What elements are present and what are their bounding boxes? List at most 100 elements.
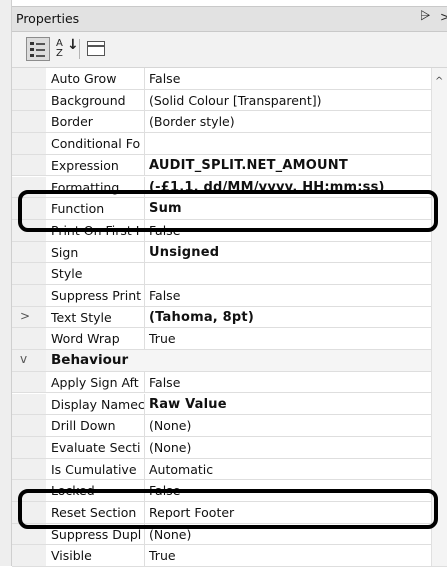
property-row[interactable]: Style [12, 263, 447, 285]
row-gutter: > [12, 306, 46, 328]
property-row[interactable]: Display Namec Raw Value [12, 393, 447, 416]
property-row[interactable]: Formatting (-£1.1, dd/MM/yyyy, HH:mm:ss) [12, 176, 447, 199]
property-value[interactable]: (Border style) [146, 111, 431, 132]
property-name: Text Style [47, 306, 145, 328]
property-row[interactable]: Visible True [12, 545, 447, 567]
property-pages-icon [87, 41, 105, 56]
property-row[interactable]: Sign Unsigned [12, 241, 447, 264]
property-row[interactable]: > Text Style (Tahoma, 8pt) [12, 306, 447, 329]
property-row[interactable]: Expression AUDIT_SPLIT.NET_AMOUNT [12, 154, 447, 177]
row-gutter [12, 393, 46, 415]
property-name: Auto Grow [47, 68, 145, 89]
close-icon[interactable]: > [440, 10, 447, 24]
property-value[interactable]: (None) [146, 415, 431, 436]
row-gutter [12, 176, 46, 198]
properties-toolbar: A Z ↓ [12, 32, 447, 68]
property-row[interactable]: Background (Solid Colour [Transparent]) [12, 89, 447, 112]
property-value[interactable]: (None) [146, 524, 431, 545]
property-value[interactable]: False [146, 68, 431, 89]
property-name: Reset Section [47, 502, 145, 523]
property-value[interactable]: Automatic [146, 459, 431, 480]
property-row[interactable]: Conditional Fo [12, 133, 447, 155]
property-row[interactable]: Suppress Dupl (None) [12, 523, 447, 546]
property-value[interactable]: AUDIT_SPLIT.NET_AMOUNT [146, 155, 431, 176]
property-name: Function [47, 198, 145, 219]
row-gutter: v [12, 350, 46, 371]
property-name: Drill Down [47, 415, 145, 436]
sort-down-arrow-icon: ↓ [67, 37, 79, 53]
categorized-button[interactable] [26, 37, 50, 61]
property-row[interactable]: Auto Grow False [12, 68, 447, 90]
property-row[interactable]: Locked False [12, 480, 447, 502]
property-value[interactable]: (Solid Colour [Transparent]) [146, 90, 431, 111]
row-gutter [12, 198, 46, 219]
collapse-chevron-icon[interactable]: v [20, 352, 27, 366]
property-name: Sign [47, 241, 145, 263]
property-row[interactable]: Evaluate Secti (None) [12, 436, 447, 459]
property-name: Conditional Fo [47, 133, 145, 154]
row-gutter [12, 241, 46, 263]
row-gutter [12, 263, 46, 284]
property-value[interactable]: (Tahoma, 8pt) [146, 307, 431, 328]
left-rail [0, 0, 12, 566]
category-row[interactable]: v Behaviour [12, 350, 447, 372]
property-name: Apply Sign Aft [47, 371, 145, 393]
property-name: Suppress Print [47, 285, 145, 306]
property-row[interactable]: Apply Sign Aft False [12, 371, 447, 394]
property-value[interactable]: True [146, 328, 431, 349]
property-row[interactable]: Suppress Print False [12, 285, 447, 307]
property-row[interactable]: Print On First I False [12, 219, 447, 242]
property-row[interactable]: Border (Border style) [12, 111, 447, 134]
property-row[interactable]: Reset Section Report Footer [12, 502, 447, 524]
property-name: Background [47, 89, 145, 111]
property-row[interactable]: Function Sum [12, 198, 447, 220]
property-name: Border [47, 111, 145, 133]
property-value[interactable] [146, 263, 431, 284]
row-gutter [12, 436, 46, 458]
row-gutter [12, 371, 46, 393]
property-name: Evaluate Secti [47, 436, 145, 458]
scroll-up-icon[interactable]: ^ [435, 76, 443, 87]
property-row[interactable]: Drill Down (None) [12, 415, 447, 437]
property-value[interactable]: False [146, 480, 431, 501]
property-value[interactable]: False [146, 220, 431, 241]
property-value[interactable]: Report Footer [146, 502, 431, 523]
properties-panel: Properties ⩥ > A Z ↓ Auto Grow False Bac… [12, 0, 447, 567]
property-name: Word Wrap [47, 328, 145, 350]
property-value[interactable]: (None) [146, 437, 431, 458]
property-name: Suppress Dupl [47, 523, 145, 545]
vertical-scrollbar[interactable]: ^ [431, 68, 447, 566]
row-gutter [12, 89, 46, 111]
row-gutter [12, 480, 46, 501]
pin-icon[interactable]: ⩥ [420, 9, 430, 24]
row-gutter [12, 111, 46, 133]
property-value[interactable] [146, 133, 431, 154]
property-name: Visible [47, 545, 145, 567]
property-value[interactable]: False [146, 285, 431, 306]
panel-titlebar: Properties ⩥ > [12, 6, 447, 32]
property-value[interactable]: Sum [146, 198, 431, 219]
row-gutter [12, 68, 46, 89]
property-row[interactable]: Word Wrap True [12, 328, 447, 351]
property-value[interactable]: True [146, 545, 431, 566]
row-gutter [12, 133, 46, 154]
property-name: Formatting [47, 176, 145, 198]
alphabetical-button[interactable]: A Z ↓ [53, 37, 79, 61]
expand-chevron-icon[interactable]: > [20, 309, 30, 323]
property-name: Locked [47, 480, 145, 501]
row-gutter [12, 502, 46, 523]
row-gutter [12, 285, 46, 306]
property-name: Expression [47, 154, 145, 176]
property-pages-button[interactable] [85, 37, 109, 61]
property-value[interactable]: (-£1.1, dd/MM/yyyy, HH:mm:ss) [146, 177, 431, 198]
row-gutter [12, 523, 46, 545]
property-name: Print On First I [47, 219, 145, 241]
property-value[interactable]: Unsigned [146, 242, 431, 263]
row-gutter [12, 154, 46, 176]
property-name: Display Namec [47, 393, 145, 415]
property-row[interactable]: Is Cumulative Automatic [12, 458, 447, 481]
property-value[interactable]: Raw Value [146, 394, 431, 415]
row-gutter [12, 415, 46, 436]
row-gutter [12, 458, 46, 480]
property-value[interactable]: False [146, 372, 431, 393]
